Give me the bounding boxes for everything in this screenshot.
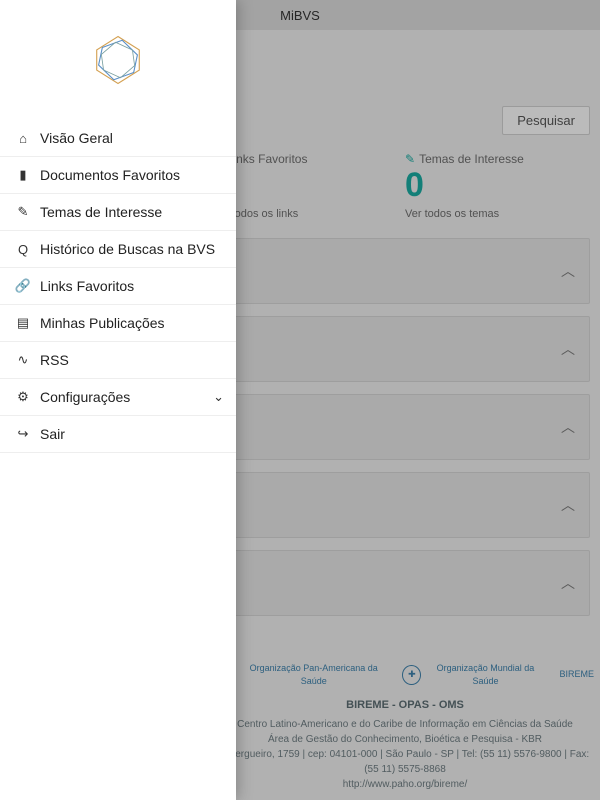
tag-icon: ✎ (12, 204, 34, 220)
sidebar-item-label: Links Favoritos (40, 278, 134, 294)
sidebar-item-visao-geral[interactable]: ⌂ Visão Geral (0, 120, 236, 157)
sidebar-item-label: Visão Geral (40, 130, 113, 146)
sidebar-drawer: ⌂ Visão Geral ▮ Documentos Favoritos ✎ Tema… (0, 0, 236, 800)
app-logo (0, 0, 236, 120)
link-icon: 🔗 (12, 278, 34, 294)
sidebar-item-historico-buscas[interactable]: Q Histórico de Buscas na BVS (0, 231, 236, 268)
sidebar-item-label: RSS (40, 352, 69, 368)
rss-icon: ∿ (12, 352, 34, 368)
sidebar-item-documentos-favoritos[interactable]: ▮ Documentos Favoritos (0, 157, 236, 194)
search-icon: Q (12, 242, 34, 257)
sidebar-item-label: Minhas Publicações (40, 315, 165, 331)
sidebar-item-label: Histórico de Buscas na BVS (40, 241, 215, 257)
sidebar-item-sair[interactable]: ↪ Sair (0, 416, 236, 453)
book-icon: ▤ (12, 315, 34, 331)
sidebar-item-label: Configurações (40, 389, 130, 405)
sidebar-item-label: Documentos Favoritos (40, 167, 180, 183)
sidebar-item-links-favoritos[interactable]: 🔗 Links Favoritos (0, 268, 236, 305)
sidebar-item-rss[interactable]: ∿ RSS (0, 342, 236, 379)
sidebar-item-configuracoes[interactable]: ⚙ Configurações ⌄ (0, 379, 236, 416)
sidebar-item-label: Sair (40, 426, 65, 442)
logout-icon: ↪ (12, 426, 34, 442)
chevron-down-icon: ⌄ (213, 389, 224, 405)
sidebar-item-minhas-publicacoes[interactable]: ▤ Minhas Publicações (0, 305, 236, 342)
document-icon: ▮ (12, 167, 34, 183)
home-icon: ⌂ (12, 131, 34, 146)
sidebar-item-label: Temas de Interesse (40, 204, 162, 220)
sidebar-item-temas-interesse[interactable]: ✎ Temas de Interesse (0, 194, 236, 231)
gear-icon: ⚙ (12, 389, 34, 405)
